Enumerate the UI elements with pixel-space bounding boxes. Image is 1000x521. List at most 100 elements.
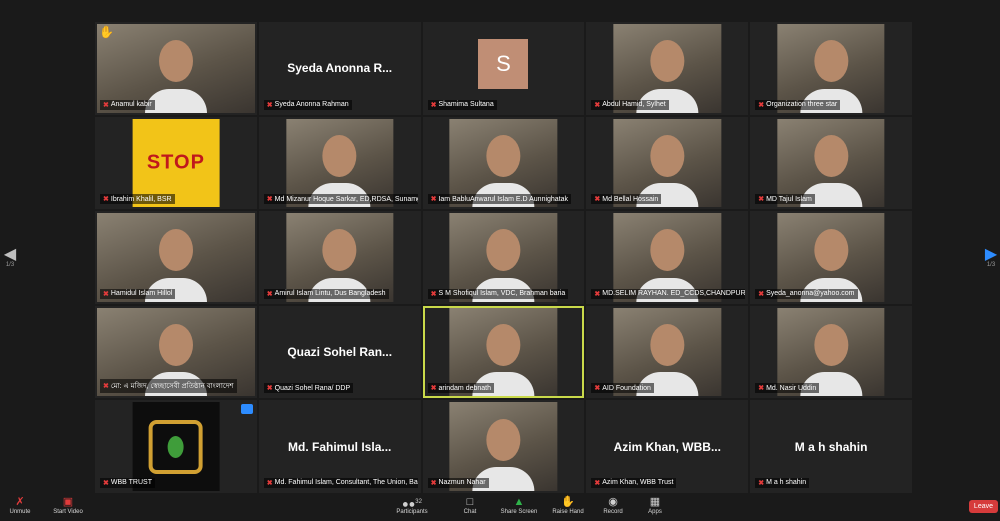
participant-name: Md. Fahimul Islam, Consultant, The Union… bbox=[274, 479, 418, 487]
participant-name-tag: ✖ Ibrahim Khalil, BSR bbox=[100, 194, 175, 205]
participant-name-tag: ✖ Amirul Islam Lintu, Dus Bangladesh bbox=[263, 288, 389, 299]
participant-name-tag: ✖ S M Shofiqul Islam, VDC, Brahman baria bbox=[427, 288, 569, 299]
participant-tile[interactable]: STOP ✖ Ibrahim Khalil, BSR bbox=[95, 116, 257, 210]
muted-icon: ✖ bbox=[266, 385, 273, 393]
participant-name: arindam debnath bbox=[438, 384, 492, 392]
participant-name: AID Foundation bbox=[602, 384, 651, 392]
record-icon: ◉ bbox=[608, 496, 618, 508]
participant-tile[interactable]: ✖ MD.SELIM RAYHAN. ED_CCDS,CHANDPUR. bbox=[586, 211, 749, 304]
participant-name-tag: ✖ Abdul Hamid, Sylhet bbox=[591, 99, 669, 110]
record-button[interactable]: ◉ Record bbox=[593, 495, 633, 515]
participant-tile[interactable]: ✖ মো: এ মজিদ, স্বেচ্ছাসেবী প্রতিষ্ঠান বাং… bbox=[95, 305, 257, 399]
muted-icon: ✖ bbox=[594, 479, 601, 487]
participant-face bbox=[322, 134, 357, 177]
participant-name-tag: ✖ Syeda Anonna Rahman bbox=[263, 99, 352, 110]
participant-tile[interactable]: S ✖ Shamima Sultana bbox=[422, 22, 585, 115]
participant-name: Ibrahim Khalil, BSR bbox=[110, 195, 172, 203]
muted-icon: ✖ bbox=[103, 479, 109, 487]
unmute-label: Unmute bbox=[9, 509, 31, 515]
participant-name: Iam BabluAnwarul Islam E.D Aunnighatak bbox=[438, 195, 569, 203]
chat-icon: □ bbox=[466, 496, 474, 508]
participant-name: Amirul Islam Lintu, Dus Bangladesh bbox=[274, 290, 386, 298]
muted-icon: ✖ bbox=[266, 479, 273, 487]
participant-name: Hamidul Islam Hillol bbox=[110, 290, 173, 298]
participant-name: Azim Khan, WBB Trust bbox=[602, 479, 674, 487]
share-screen-icon: ▲ bbox=[513, 496, 525, 508]
participant-face bbox=[814, 324, 849, 366]
participant-name: Quazi Sohel Rana/ DDP bbox=[274, 384, 351, 392]
chat-button[interactable]: □ Chat bbox=[450, 495, 490, 515]
muted-icon: ✖ bbox=[430, 385, 437, 393]
muted-icon: ✖ bbox=[758, 479, 765, 487]
participant-face bbox=[814, 134, 849, 177]
participant-face bbox=[486, 324, 521, 366]
participant-face bbox=[814, 40, 849, 83]
participant-tile[interactable]: ✖ MD Tajul Islam bbox=[750, 116, 912, 210]
participant-name-tag: ✖ Iam BabluAnwarul Islam E.D Aunnighatak bbox=[427, 194, 572, 205]
raise-hand-label: Raise Hand bbox=[552, 509, 584, 515]
participant-tile[interactable]: ✖ Md Bellal Hossain bbox=[586, 116, 749, 210]
participants-button[interactable]: ●●32 Participants bbox=[392, 495, 432, 515]
participant-display-name: Quazi Sohel Ran... bbox=[287, 345, 393, 360]
video-grid: ✋ ✖ Anamul kabir Syeda Anonna R... ✖ Syeda An… bbox=[95, 22, 912, 493]
muted-icon: ✖ bbox=[103, 101, 109, 109]
participant-tile[interactable]: Syeda Anonna R... ✖ Syeda Anonna Rahman bbox=[258, 22, 421, 115]
participant-face bbox=[486, 134, 521, 177]
participant-tile[interactable]: ✖ Organization three star bbox=[750, 22, 912, 115]
participant-display-name: M a h shahin bbox=[794, 439, 868, 454]
participant-name: Syeda_anonna@yahoo.com bbox=[766, 290, 855, 298]
next-page-arrow[interactable]: ▶ 1/3 bbox=[984, 246, 998, 269]
participant-face bbox=[814, 229, 849, 272]
participant-name-tag: ✖ Azim Khan, WBB Trust bbox=[591, 477, 677, 488]
muted-icon: ✖ bbox=[430, 196, 437, 204]
participant-face bbox=[650, 324, 685, 366]
apps-label: Apps bbox=[648, 509, 662, 515]
muted-icon: ✖ bbox=[594, 196, 601, 204]
muted-icon: ✖ bbox=[430, 479, 437, 487]
muted-icon: ✖ bbox=[594, 290, 601, 298]
unmute-button[interactable]: ✗ Unmute bbox=[0, 495, 40, 515]
participant-tile[interactable]: ✖ arindam debnath bbox=[422, 305, 585, 399]
participant-tile[interactable]: ✖ WBB TRUST bbox=[95, 400, 257, 493]
participant-tile[interactable]: ✖ Syeda_anonna@yahoo.com bbox=[750, 211, 912, 304]
start-video-button[interactable]: ▣ Start Video bbox=[48, 495, 88, 515]
participants-label: Participants bbox=[396, 509, 428, 515]
participant-tile[interactable]: ✖ Hamidul Islam Hillol bbox=[95, 211, 257, 304]
participant-tile[interactable]: ✋ ✖ Anamul kabir bbox=[95, 22, 257, 115]
participant-tile[interactable]: ✖ AID Foundation bbox=[586, 305, 749, 399]
participant-name: S M Shofiqul Islam, VDC, Brahman baria bbox=[438, 290, 566, 298]
muted-icon: ✖ bbox=[758, 196, 765, 204]
apps-icon: ▦ bbox=[649, 496, 661, 508]
start-video-label: Start Video bbox=[53, 509, 83, 515]
share-screen-button[interactable]: ▲ Share Screen bbox=[499, 495, 539, 515]
participant-tile[interactable]: ✖ Md. Nasir Uddin bbox=[750, 305, 912, 399]
participant-name: Nazmun Nahar bbox=[438, 479, 486, 487]
participant-tile[interactable]: M a h shahin ✖ M a h shahin bbox=[750, 400, 912, 493]
participant-name-tag: ✖ Md Bellal Hossain bbox=[591, 194, 662, 205]
participant-tile[interactable]: ✖ Abdul Hamid, Sylhet bbox=[586, 22, 749, 115]
options-icon[interactable] bbox=[240, 404, 253, 415]
muted-icon: ✖ bbox=[266, 196, 273, 204]
participant-tile[interactable]: ✖ Amirul Islam Lintu, Dus Bangladesh bbox=[258, 211, 421, 304]
participant-display-name: Syeda Anonna R... bbox=[287, 61, 393, 76]
muted-icon: ✖ bbox=[103, 383, 109, 391]
prev-page-arrow[interactable]: ◀ 1/3 bbox=[3, 247, 17, 269]
participant-tile[interactable]: ✖ Md Mizanur Hoque Sarkar, ED,RDSA, Sunam… bbox=[258, 116, 421, 210]
video-off-icon: ▣ bbox=[62, 496, 74, 508]
apps-button[interactable]: ▦ Apps bbox=[635, 495, 675, 515]
participant-face bbox=[650, 134, 685, 177]
participant-name-tag: ✖ Organization three star bbox=[755, 99, 841, 110]
muted-icon: ✖ bbox=[758, 385, 765, 393]
participant-tile[interactable]: ✖ S M Shofiqul Islam, VDC, Brahman baria bbox=[422, 211, 585, 304]
participant-tile[interactable]: Md. Fahimul Isla... ✖ Md. Fahimul Islam, C… bbox=[258, 400, 421, 493]
participant-name: M a h shahin bbox=[766, 479, 807, 487]
chevron-right-icon: ▶ bbox=[984, 246, 998, 263]
raise-hand-button[interactable]: ✋ Raise Hand bbox=[548, 495, 588, 515]
participant-tile[interactable]: ✖ Iam BabluAnwarul Islam E.D Aunnighatak bbox=[422, 116, 585, 210]
participant-name-tag: ✖ মো: এ মজিদ, স্বেচ্ছাসেবী প্রতিষ্ঠান বাং… bbox=[100, 379, 237, 394]
participant-tile[interactable]: Azim Khan, WBB... ✖ Azim Khan, WBB Trust bbox=[586, 400, 749, 493]
participant-tile[interactable]: Quazi Sohel Ran... ✖ Quazi Sohel Rana/ DDP bbox=[258, 305, 421, 399]
muted-icon: ✖ bbox=[430, 101, 437, 109]
leave-button[interactable]: Leave bbox=[968, 500, 998, 513]
participant-tile[interactable]: ✖ Nazmun Nahar bbox=[422, 400, 585, 493]
